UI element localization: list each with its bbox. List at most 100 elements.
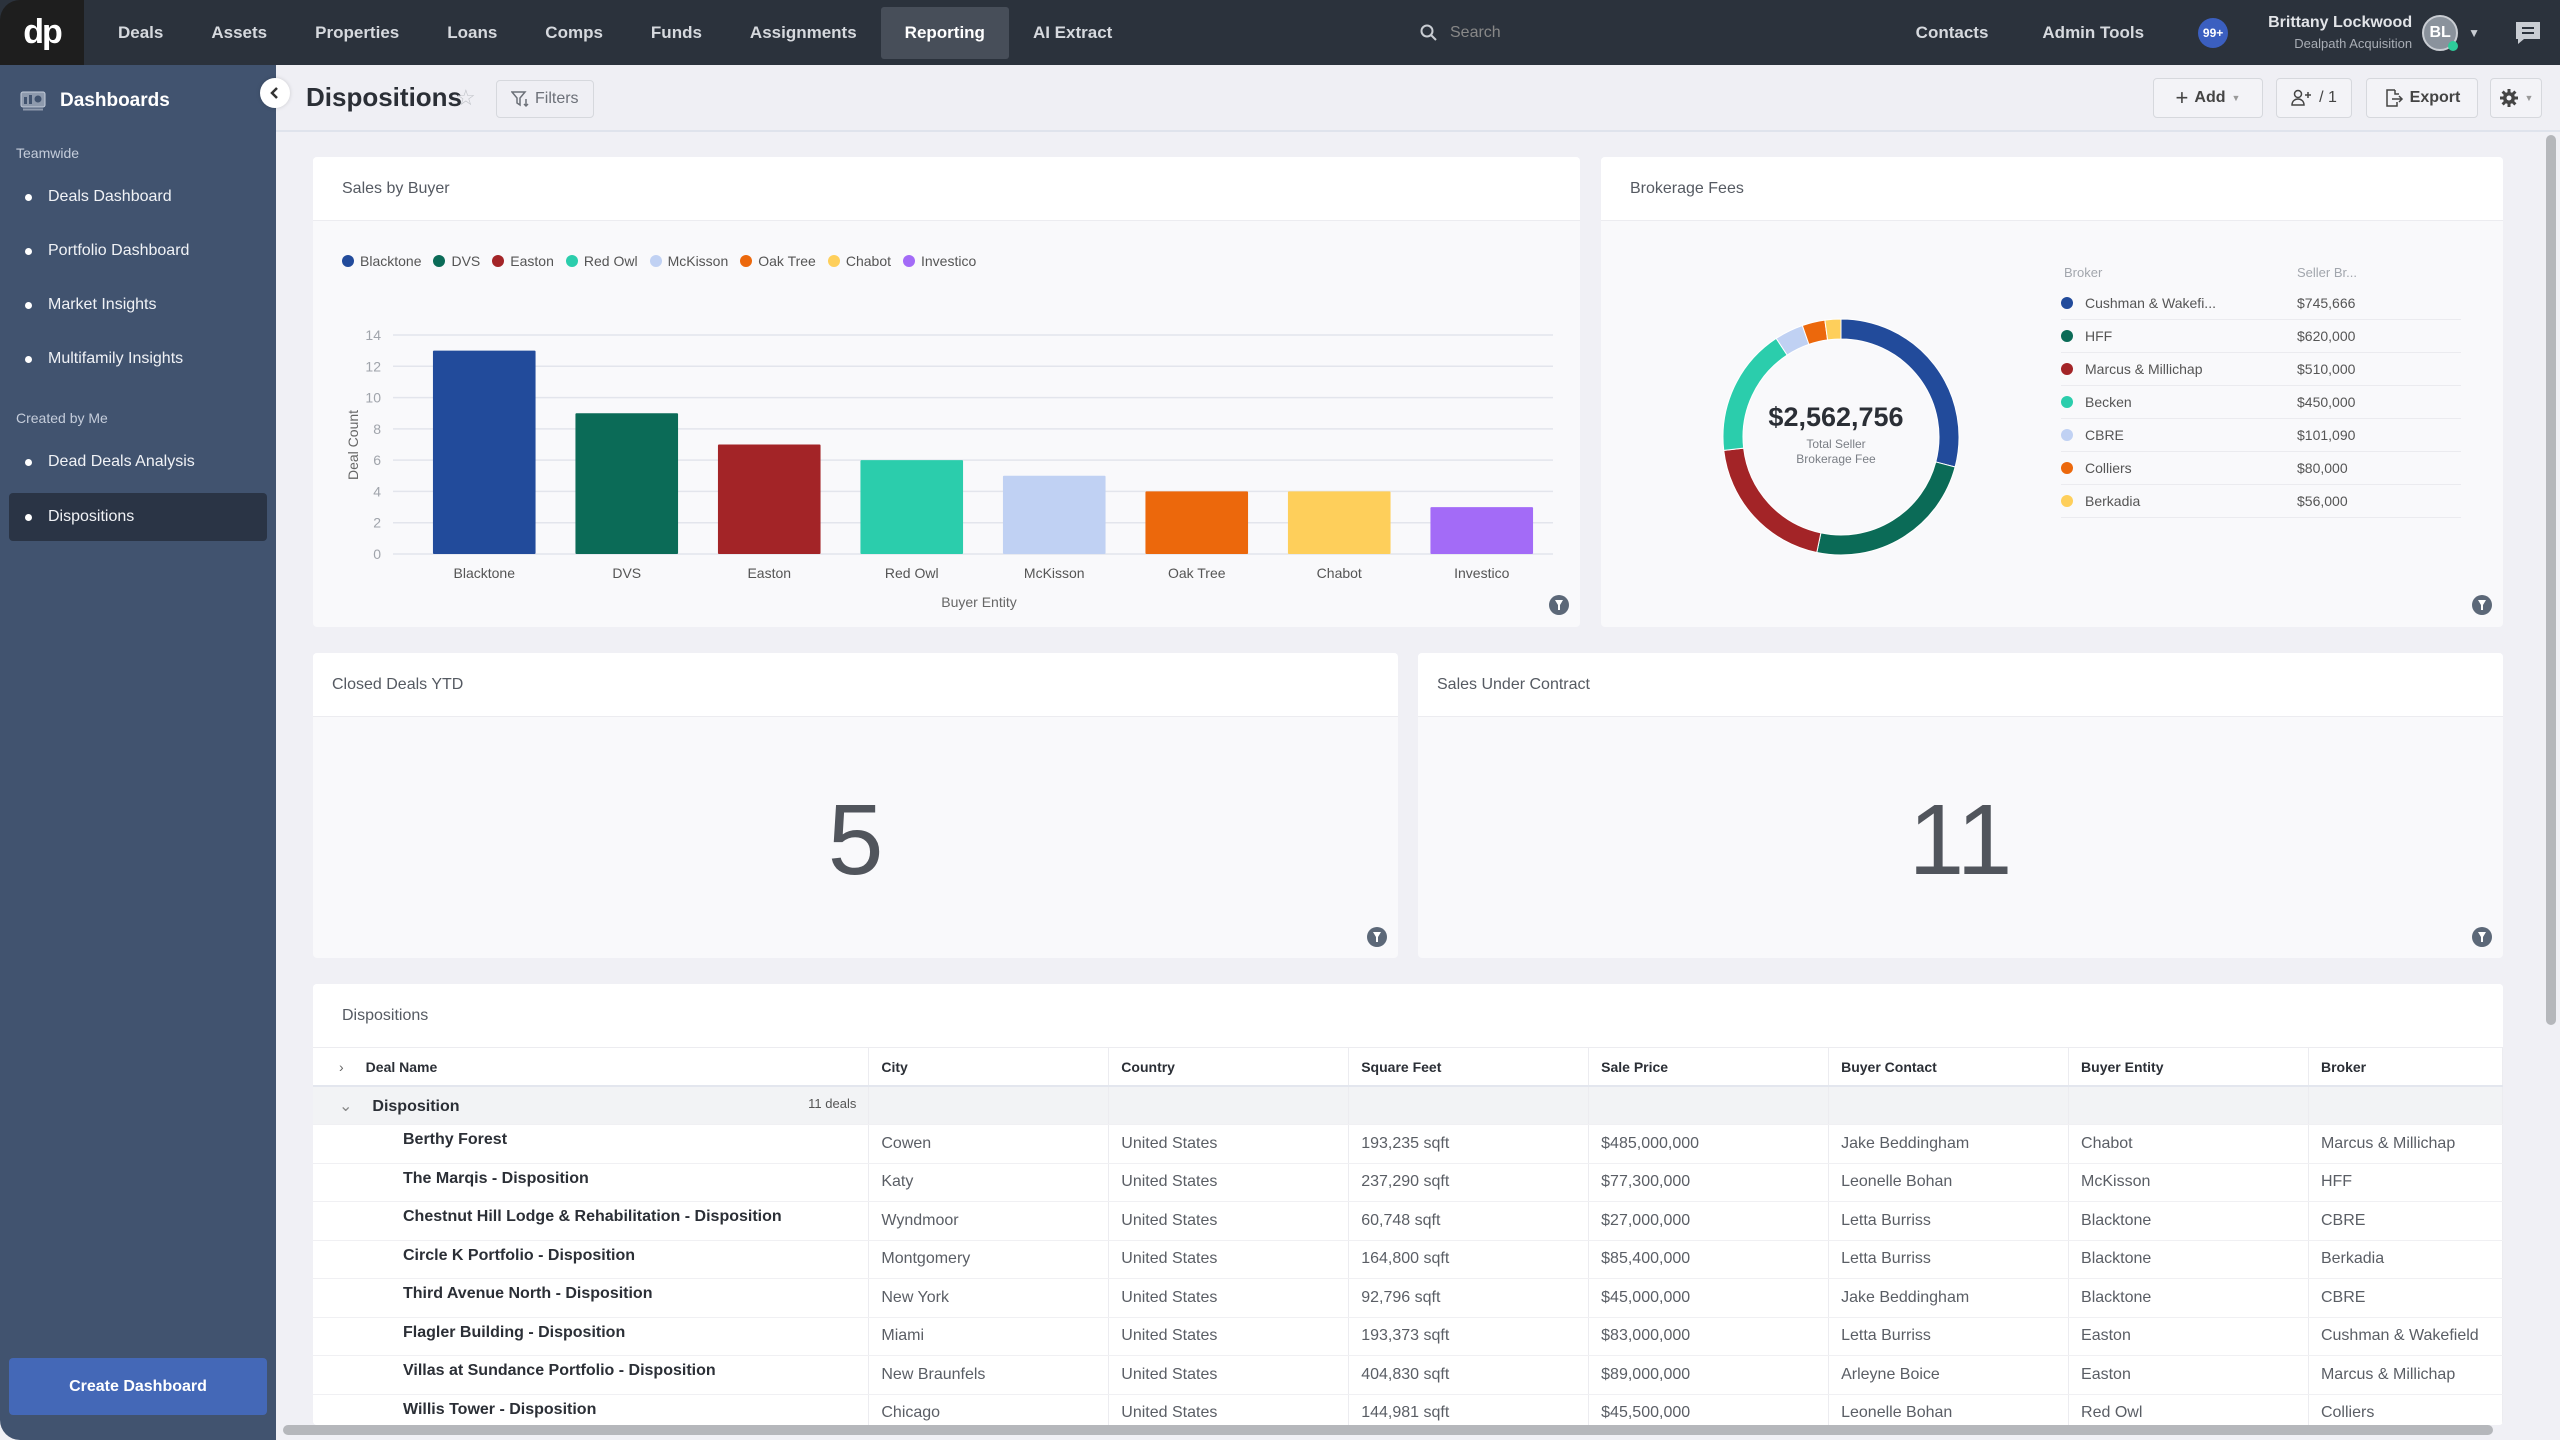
export-button[interactable]: Export xyxy=(2366,78,2478,118)
notifications-badge[interactable]: 99+ xyxy=(2198,17,2229,48)
contacts-link[interactable]: Contacts xyxy=(1916,23,1989,43)
favorite-star-icon[interactable]: ☆ xyxy=(456,85,476,111)
column-header-square-feet[interactable]: Square Feet xyxy=(1348,1048,1590,1087)
column-header-buyer-contact[interactable]: Buyer Contact xyxy=(1828,1048,2070,1087)
filters-button[interactable]: Filters xyxy=(496,80,594,118)
funnel-icon[interactable] xyxy=(1367,927,1387,947)
broker-name: Cushman & Wakefi... xyxy=(2061,295,2297,311)
vertical-scrollbar[interactable] xyxy=(2546,135,2556,1025)
brokerage-fees-card: Brokerage Fees $2,562,756 Total Seller Br… xyxy=(1601,157,2503,627)
settings-button[interactable]: ▼ xyxy=(2490,78,2542,118)
table-row[interactable]: Villas at Sundance Portfolio - Dispositi… xyxy=(313,1355,2503,1395)
legend-item[interactable]: Red Owl xyxy=(565,253,638,269)
column-header-broker[interactable]: Broker xyxy=(2308,1048,2503,1087)
legend-item[interactable]: McKisson xyxy=(649,253,728,269)
group-row-disposition[interactable]: ⌄ Disposition 11 deals xyxy=(313,1086,2503,1125)
deal-name-link[interactable]: The Marqis - Disposition xyxy=(313,1163,870,1202)
x-tick-label: Oak Tree xyxy=(1168,565,1226,581)
nav-properties[interactable]: Properties xyxy=(291,7,423,59)
column-header-buyer-entity[interactable]: Buyer Entity xyxy=(2068,1048,2309,1087)
nav-deals[interactable]: Deals xyxy=(94,7,187,59)
search-box[interactable]: Search xyxy=(1420,0,1501,65)
nav-reporting[interactable]: Reporting xyxy=(880,6,1009,59)
nav-comps[interactable]: Comps xyxy=(521,7,627,59)
chevron-down-icon[interactable]: ▼ xyxy=(2468,26,2480,40)
broker-row[interactable]: Colliers $80,000 xyxy=(2061,452,2461,485)
legend-item[interactable]: Easton xyxy=(492,253,554,269)
nav-assets[interactable]: Assets xyxy=(187,7,291,59)
share-users-button[interactable]: / 1 xyxy=(2276,78,2352,118)
donut-slice-berkadia[interactable] xyxy=(1824,318,1842,341)
avatar[interactable]: BL xyxy=(2422,14,2459,51)
table-row[interactable]: Third Avenue North - Disposition New York… xyxy=(313,1278,2503,1318)
broker-row[interactable]: CBRE $101,090 xyxy=(2061,419,2461,452)
comments-icon[interactable] xyxy=(2514,20,2542,46)
filter-icon xyxy=(511,91,529,108)
column-header-city[interactable]: City xyxy=(868,1048,1110,1087)
add-button[interactable]: + Add ▼ xyxy=(2153,78,2263,118)
nav-funds[interactable]: Funds xyxy=(627,7,726,59)
deal-name-link[interactable]: Circle K Portfolio - Disposition xyxy=(313,1240,870,1279)
legend-item[interactable]: Investico xyxy=(903,253,976,269)
legend-item[interactable]: DVS xyxy=(433,253,480,269)
column-header-deal-name[interactable]: › Deal Name xyxy=(313,1048,870,1087)
dealpath-logo[interactable]: dp xyxy=(0,0,84,65)
avatar-initials: BL xyxy=(2429,23,2451,41)
legend-item[interactable]: Blacktone xyxy=(342,253,421,269)
deal-name-link[interactable]: Third Avenue North - Disposition xyxy=(313,1278,870,1318)
broker-col-header[interactable]: Broker xyxy=(2061,265,2297,280)
fee-col-header[interactable]: Seller Br... xyxy=(2297,265,2357,280)
sidebar-item-market-insights[interactable]: Market Insights xyxy=(9,281,267,329)
sidebar-item-dead-deals-analysis[interactable]: Dead Deals Analysis xyxy=(9,438,267,486)
broker-row[interactable]: Berkadia $56,000 xyxy=(2061,485,2461,518)
deal-name-link[interactable]: Berthy Forest xyxy=(313,1124,870,1164)
x-tick-label: DVS xyxy=(612,565,641,581)
chevron-down-icon[interactable]: ⌄ xyxy=(339,1098,352,1115)
donut-slice-hff[interactable] xyxy=(1816,461,1956,556)
table-cell xyxy=(1588,1086,1830,1125)
funnel-icon[interactable] xyxy=(1549,595,1569,615)
legend-swatch xyxy=(433,255,446,267)
user-info[interactable]: Brittany Lockwood Dealpath Acquisition xyxy=(2268,14,2412,51)
table-cell: Letta Burriss xyxy=(1828,1201,2070,1241)
table-row[interactable]: Berthy Forest Cowen United States 193,235 s… xyxy=(313,1124,2503,1164)
deal-name-link[interactable]: Flagler Building - Disposition xyxy=(313,1317,870,1356)
funnel-icon[interactable] xyxy=(2472,595,2492,615)
legend-item[interactable]: Oak Tree xyxy=(740,253,816,269)
sidebar-item-multifamily-insights[interactable]: Multifamily Insights xyxy=(9,335,267,383)
broker-row[interactable]: Becken $450,000 xyxy=(2061,386,2461,419)
x-tick-label: McKisson xyxy=(1024,565,1085,581)
y-axis-label: Deal Count xyxy=(345,410,361,480)
nav-ai-extract[interactable]: AI Extract xyxy=(1009,7,1136,59)
admin-tools-link[interactable]: Admin Tools xyxy=(2042,23,2144,43)
broker-row[interactable]: HFF $620,000 xyxy=(2061,320,2461,353)
table-cell: Montgomery xyxy=(868,1240,1110,1279)
table-row[interactable]: Flagler Building - Disposition Miami Unite… xyxy=(313,1317,2503,1356)
table-row[interactable]: Circle K Portfolio - Disposition Montgome… xyxy=(313,1240,2503,1279)
create-dashboard-button[interactable]: Create Dashboard xyxy=(9,1358,267,1415)
nav-assignments[interactable]: Assignments xyxy=(726,7,881,59)
table-row[interactable]: Chestnut Hill Lodge & Rehabilitation - D… xyxy=(313,1201,2503,1241)
funnel-icon[interactable] xyxy=(2472,927,2492,947)
horizontal-scrollbar[interactable] xyxy=(283,1425,2493,1435)
table-row[interactable]: Willis Tower - Disposition Chicago United … xyxy=(313,1394,2503,1425)
deal-name-link[interactable]: Chestnut Hill Lodge & Rehabilitation - D… xyxy=(313,1201,870,1241)
deal-name-link[interactable]: Villas at Sundance Portfolio - Dispositi… xyxy=(313,1355,870,1395)
broker-row[interactable]: Marcus & Millichap $510,000 xyxy=(2061,353,2461,386)
broker-row[interactable]: Cushman & Wakefi... $745,666 xyxy=(2061,287,2461,320)
table-cell xyxy=(2308,1086,2503,1125)
broker-swatch xyxy=(2061,462,2073,474)
expand-all-chevron-icon[interactable]: › xyxy=(339,1059,344,1075)
nav-loans[interactable]: Loans xyxy=(423,7,521,59)
column-header-country[interactable]: Country xyxy=(1108,1048,1350,1087)
sidebar-item-portfolio-dashboard[interactable]: Portfolio Dashboard xyxy=(9,227,267,275)
deal-name-link[interactable]: Willis Tower - Disposition xyxy=(313,1394,870,1425)
sidebar-item-deals-dashboard[interactable]: Deals Dashboard xyxy=(9,173,267,221)
legend-label: Oak Tree xyxy=(758,253,816,269)
column-header-sale-price[interactable]: Sale Price xyxy=(1588,1048,1830,1087)
collapse-sidebar-button[interactable] xyxy=(260,78,290,108)
search-input[interactable]: Search xyxy=(1450,24,1501,42)
sidebar-item-dispositions[interactable]: Dispositions xyxy=(9,493,267,541)
table-row[interactable]: The Marqis - Disposition Katy United State… xyxy=(313,1163,2503,1202)
legend-item[interactable]: Chabot xyxy=(827,253,891,269)
